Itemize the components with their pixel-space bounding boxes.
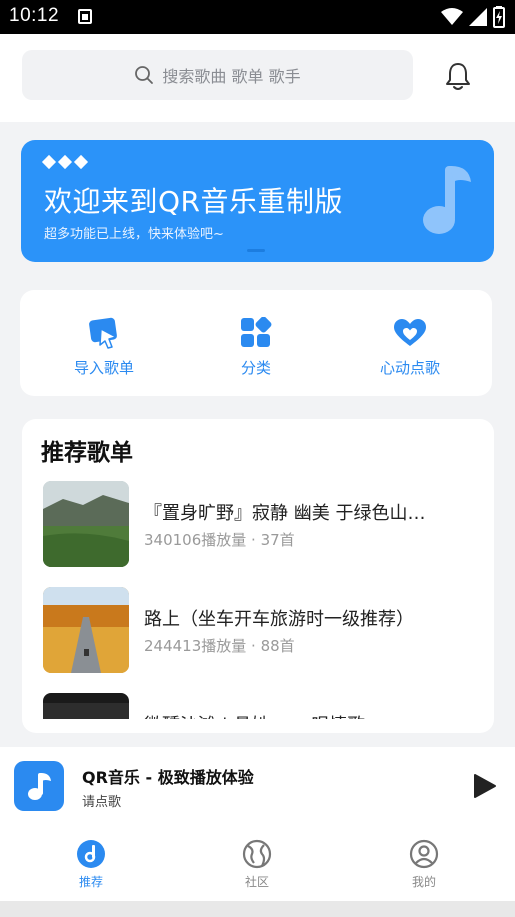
search-bar[interactable]: 搜索歌曲 歌单 歌手 — [22, 50, 413, 100]
quick-actions-card: 导入歌单 分类 心动点歌 — [20, 290, 492, 396]
signal-icon — [469, 8, 487, 26]
music-note-icon — [28, 773, 51, 800]
playlist-name: 路上（坐车开车旅游时一级推荐） — [144, 609, 414, 630]
playlist-item[interactable]: 『置身旷野』寂静 幽美 于绿色山… 340106播放量 · 37首 — [43, 481, 483, 569]
tab-label: 社区 — [244, 875, 269, 889]
bell-icon — [446, 63, 470, 90]
tab-label: 我的 — [411, 875, 436, 889]
tab-community[interactable]: 社区 — [207, 839, 307, 890]
bottom-tab-bar: 推荐 社区 我的 — [0, 825, 515, 901]
quick-action-label: 导入歌单 — [73, 359, 134, 377]
wifi-icon — [441, 8, 463, 25]
quick-action-category[interactable]: 分类 — [186, 290, 326, 396]
playlist-item[interactable]: 微醺沙滩 | 悬她…… 唱情歌 — [43, 693, 483, 719]
notification-icon — [78, 9, 92, 24]
quick-action-import[interactable]: 导入歌单 — [34, 290, 174, 396]
quick-action-favorite[interactable]: 心动点歌 — [340, 290, 480, 396]
category-grid-icon — [241, 317, 272, 347]
player-artwork — [14, 761, 64, 811]
status-icons — [441, 6, 505, 28]
heart-icon — [394, 319, 426, 346]
import-playlist-icon — [89, 317, 117, 349]
quick-action-label: 心动点歌 — [379, 359, 440, 377]
system-nav-bar — [0, 901, 515, 917]
playlist-cover-image — [43, 481, 129, 567]
music-disc-icon — [77, 840, 105, 868]
status-time: 10:12 — [9, 5, 60, 26]
welcome-banner[interactable]: 欢迎来到QR音乐重制版 超多功能已上线，快来体验吧~ — [21, 140, 494, 262]
battery-icon — [493, 6, 505, 28]
user-icon — [409, 839, 439, 869]
mini-player[interactable]: QR音乐 - 极致播放体验 请点歌 — [0, 747, 515, 825]
playlist-meta: 340106播放量 · 37首 — [144, 531, 295, 549]
status-bar: 10:12 — [0, 0, 515, 34]
player-subtitle: 请点歌 — [82, 795, 122, 810]
notification-bell-button[interactable] — [441, 58, 475, 94]
banner-diamond-icons — [41, 154, 89, 170]
tab-recommend[interactable]: 推荐 — [41, 839, 141, 890]
banner-page-indicator — [247, 249, 265, 252]
playlist-name: 『置身旷野』寂静 幽美 于绿色山… — [144, 503, 426, 524]
playlist-item[interactable]: 路上（坐车开车旅游时一级推荐） 244413播放量 · 88首 — [43, 587, 483, 675]
playlist-cover-image — [43, 693, 129, 719]
search-icon — [135, 66, 154, 84]
section-title: 推荐歌单 — [41, 440, 133, 466]
playlist-cover-image — [43, 587, 129, 673]
playlist-list[interactable]: 『置身旷野』寂静 幽美 于绿色山… 340106播放量 · 37首 路上（坐车开… — [22, 481, 494, 719]
banner-title: 欢迎来到QR音乐重制版 — [44, 185, 343, 218]
tab-profile[interactable]: 我的 — [374, 839, 474, 890]
banner-subtitle: 超多功能已上线，快来体验吧~ — [44, 227, 224, 242]
music-note-icon — [423, 166, 471, 234]
search-placeholder: 搜索歌曲 歌单 歌手 — [162, 67, 301, 86]
play-icon[interactable] — [470, 772, 498, 800]
recommended-playlists-card: 推荐歌单 『置身旷野』寂静 幽美 于绿色山… 340106播放量 · 37首 路… — [22, 419, 494, 733]
playlist-name: 微醺沙滩 | 悬她…… 唱情歌 — [144, 711, 474, 719]
playlist-meta: 244413播放量 · 88首 — [144, 637, 295, 655]
player-title: QR音乐 - 极致播放体验 — [82, 768, 254, 787]
globe-icon — [242, 839, 272, 869]
quick-action-label: 分类 — [240, 359, 271, 377]
top-header: 搜索歌曲 歌单 歌手 — [0, 34, 515, 122]
main-content[interactable]: 欢迎来到QR音乐重制版 超多功能已上线，快来体验吧~ 导入歌单 分类 心动点歌 … — [0, 122, 515, 747]
tab-label: 推荐 — [78, 875, 103, 889]
